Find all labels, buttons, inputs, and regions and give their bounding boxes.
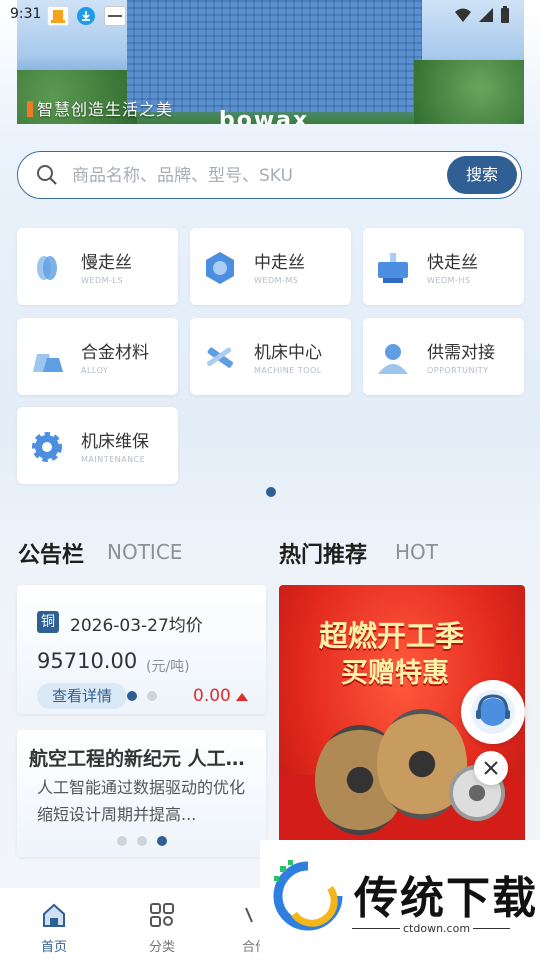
carousel-dot — [147, 691, 157, 701]
notice-subtitle: NOTICE — [107, 540, 183, 564]
category-title: 机床中心 — [254, 343, 322, 363]
price-date: 2026-03-27均价 — [70, 616, 203, 636]
article-body: 人工智能通过数据驱动的优化缩短设计周期并提高... — [37, 778, 246, 824]
copper-badge: 铜 — [37, 611, 59, 633]
status-time: 9:31 — [10, 6, 42, 22]
price-card[interactable]: 铜 2026-03-27均价 95710.00 (元/吨) 查看详情 0.00 — [17, 585, 266, 714]
hexagon-nut-icon — [206, 252, 234, 284]
category-machine-tool[interactable]: 机床中心 MACHINE TOOL — [190, 318, 351, 395]
promo-headline: 超燃开工季 — [319, 619, 465, 653]
wire-spool-icon — [37, 256, 57, 280]
machine-icon — [378, 253, 408, 283]
tab-home[interactable]: 首页 — [19, 902, 89, 955]
category-title: 供需对接 — [427, 343, 495, 363]
hot-subtitle: HOT — [395, 540, 438, 564]
signal-icon — [479, 8, 493, 22]
category-opportunity[interactable]: 供需对接 OPPORTUNITY — [363, 318, 524, 395]
category-subtitle: MAINTENANCE — [81, 455, 146, 464]
view-details-button[interactable]: 查看详情 — [37, 683, 127, 709]
carousel-dot-active — [127, 691, 137, 701]
category-title: 机床维保 — [81, 432, 149, 452]
alloy-icon — [33, 354, 63, 372]
close-button[interactable] — [474, 751, 508, 785]
category-subtitle: WEDM-HS — [427, 276, 471, 285]
carousel-dot — [137, 836, 147, 846]
promo-subheadline: 买赠特惠 — [341, 658, 449, 689]
category-maintenance[interactable]: 机床维保 MAINTENANCE — [17, 407, 178, 484]
category-page-indicator — [266, 487, 276, 497]
download-icon — [76, 6, 96, 25]
category-subtitle: MACHINE TOOL — [254, 366, 322, 375]
wifi-icon — [455, 8, 471, 22]
article-headline: 航空工程的新纪元 人工智能... — [29, 748, 259, 770]
tab-label: 分类 — [148, 940, 175, 955]
close-icon — [484, 761, 498, 775]
price-unit: (元/吨) — [146, 659, 190, 675]
carousel-dot-active — [157, 836, 167, 846]
headset-icon — [471, 690, 515, 734]
category-title: 快走丝 — [427, 253, 478, 273]
search-bar[interactable]: 搜索 — [17, 151, 522, 199]
category-grid-icon — [150, 903, 174, 927]
tools-icon — [207, 347, 233, 368]
status-bar: 9:31 — [0, 0, 540, 30]
banner-slogan-text: 智慧创造生活之美 — [37, 100, 174, 119]
tab-category[interactable]: 分类 — [127, 902, 197, 955]
watermark-name: 传统下载 — [354, 873, 538, 924]
category-subtitle: ALLOY — [81, 366, 109, 375]
battery-icon — [501, 6, 509, 23]
banner-logo-text: bowax — [219, 108, 310, 124]
tab-label: 首页 — [40, 940, 67, 955]
watermark-overlay: 传统下载 ctdown.com — [260, 840, 540, 960]
customer-service-button[interactable] — [461, 680, 525, 744]
notice-title: 公告栏 — [18, 543, 85, 568]
hot-title: 热门推荐 — [279, 543, 368, 568]
price-change: 0.00 — [193, 686, 231, 706]
carousel-dot — [117, 836, 127, 846]
watermark-logo — [273, 860, 343, 931]
category-subtitle: WEDM-MS — [254, 276, 299, 285]
category-alloy[interactable]: 合金材料 ALLOY — [17, 318, 178, 395]
banner-slogan: 智慧创造生活之美 — [27, 96, 173, 120]
trees-right — [414, 60, 524, 124]
category-subtitle: WEDM-LS — [81, 276, 123, 285]
article-card[interactable]: 航空工程的新纪元 人工智能... 人工智能通过数据驱动的优化缩短设计周期并提高.… — [17, 730, 266, 857]
category-wedm-ls[interactable]: 慢走丝 WEDM-LS — [17, 228, 178, 305]
up-arrow-icon — [236, 693, 248, 701]
search-button[interactable]: 搜索 — [447, 156, 517, 194]
search-icon — [37, 165, 57, 185]
watermark-url: ctdown.com — [400, 922, 474, 935]
category-title: 慢走丝 — [81, 253, 132, 273]
search-input[interactable] — [70, 160, 444, 192]
home-icon — [43, 903, 65, 927]
price-value: 95710.00 — [37, 649, 138, 673]
category-wedm-hs[interactable]: 快走丝 WEDM-HS — [363, 228, 524, 305]
person-icon — [378, 344, 408, 374]
bowax-app-icon — [47, 6, 69, 26]
category-title: 合金材料 — [81, 343, 149, 363]
news-app-icon — [104, 6, 126, 26]
category-subtitle: OPPORTUNITY — [427, 366, 489, 375]
gear-icon — [32, 432, 62, 462]
category-title: 中走丝 — [254, 253, 305, 273]
category-wedm-ms[interactable]: 中走丝 WEDM-MS — [190, 228, 351, 305]
